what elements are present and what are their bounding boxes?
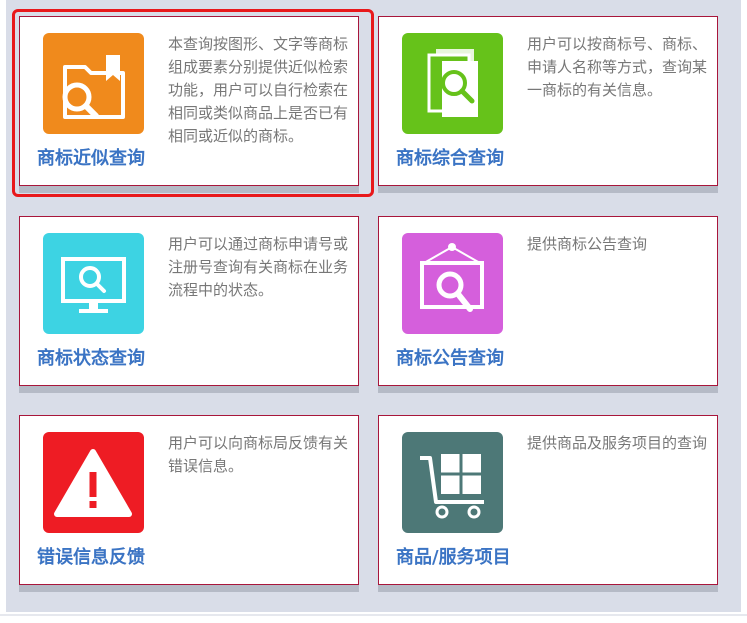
card-title[interactable]: 商标公告查询 (396, 344, 536, 370)
card-shadow (19, 186, 359, 193)
card-title[interactable]: 商品/服务项目 (396, 543, 536, 569)
card-title[interactable]: 商标综合查询 (396, 144, 536, 170)
card-description: 本查询按图形、文字等商标组成要素分别提供近似检索功能，用户可以自行检索在相同或类… (168, 35, 349, 145)
card-goods-services[interactable]: 商品/服务项目 提供商品及服务项目的查询 (378, 415, 718, 592)
monitor-search-icon (43, 233, 144, 334)
card-description: 用户可以按商标号、商标、申请人名称等方式，查询某一商标的有关信息。 (527, 35, 708, 99)
card-trademark-comprehensive-search[interactable]: 商标综合查询 用户可以按商标号、商标、申请人名称等方式，查询某一商标的有关信息。 (378, 16, 718, 193)
card-title[interactable]: 商标状态查询 (37, 344, 177, 370)
card-error-feedback[interactable]: 错误信息反馈 用户可以向商标局反馈有关错误信息。 (19, 415, 359, 592)
card-description: 用户可以向商标局反馈有关错误信息。 (168, 434, 349, 475)
card-shadow (19, 386, 359, 393)
card-trademark-status-search[interactable]: 商标状态查询 用户可以通过商标申请号或注册号查询有关商标在业务流程中的状态。 (19, 216, 359, 393)
card-trademark-similar-search[interactable]: 商标近似查询 本查询按图形、文字等商标组成要素分别提供近似检索功能，用户可以自行… (19, 16, 359, 193)
card-title[interactable]: 错误信息反馈 (37, 543, 177, 569)
card-trademark-notice-search[interactable]: 商标公告查询 提供商标公告查询 (378, 216, 718, 393)
divider (0, 614, 747, 616)
card-shadow (378, 585, 718, 592)
card-shadow (378, 186, 718, 193)
document-search-icon (402, 33, 503, 134)
card-description: 提供商标公告查询 (527, 235, 648, 253)
warning-icon (43, 432, 144, 533)
card-description: 提供商品及服务项目的查询 (527, 434, 708, 452)
cart-icon (402, 432, 503, 533)
notice-board-search-icon (402, 233, 503, 334)
card-description: 用户可以通过商标申请号或注册号查询有关商标在业务流程中的状态。 (168, 235, 349, 299)
folder-search-icon (43, 33, 144, 134)
card-title[interactable]: 商标近似查询 (37, 144, 177, 170)
card-shadow (378, 386, 718, 393)
card-shadow (19, 585, 359, 592)
